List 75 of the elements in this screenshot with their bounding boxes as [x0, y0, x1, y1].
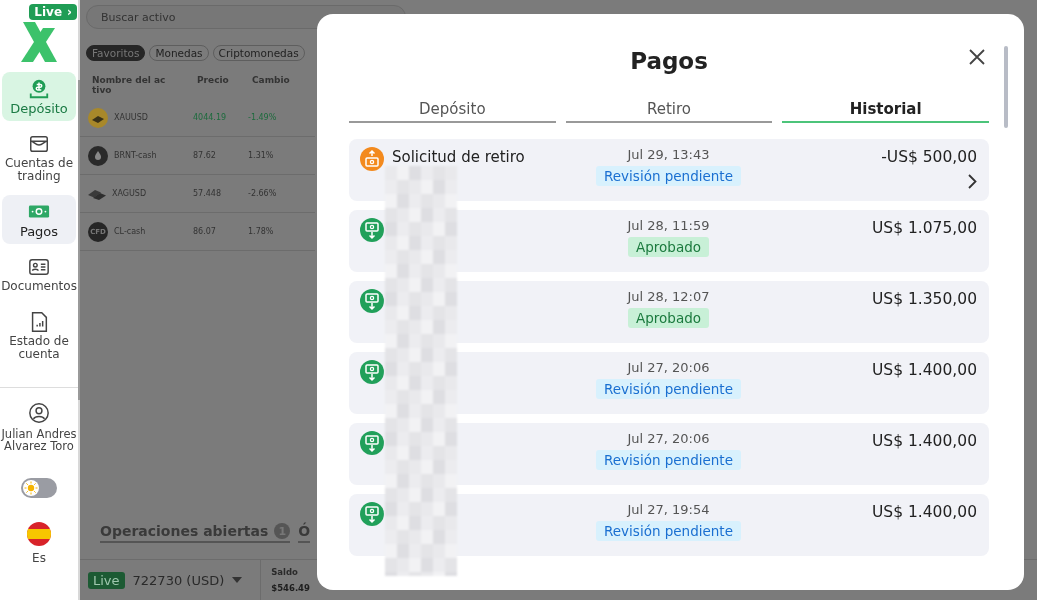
column-header[interactable]: Cambio — [252, 75, 312, 95]
sidebar-item[interactable]: Cuentas de trading — [2, 127, 76, 189]
asset-price: 4044.19 — [193, 113, 228, 122]
sun-icon — [23, 480, 39, 496]
tab[interactable]: Retiro — [565, 100, 773, 123]
asset-change: 1.78% — [248, 227, 275, 236]
transaction-date: Jul 29, 13:43 — [627, 147, 710, 162]
column-header[interactable]: Nombre del activo — [92, 75, 168, 95]
spain-flag-icon — [27, 522, 51, 546]
deposit-icon — [360, 218, 384, 242]
status-badge: Revisión pendiente — [596, 521, 741, 541]
deposit-icon — [28, 78, 50, 100]
transaction-amount: US$ 1.400,00 — [872, 361, 977, 379]
transaction-amount: US$ 1.075,00 — [872, 219, 977, 237]
balance-value: $546.49 — [271, 583, 310, 593]
status-badge: Aprobado — [628, 308, 709, 328]
transaction-date: Jul 27, 20:06 — [627, 360, 710, 375]
sidebar-item[interactable]: Depósito — [2, 72, 76, 121]
status-badge: Aprobado — [628, 237, 709, 257]
asset-name[interactable]: BRNT-cash — [114, 151, 157, 160]
close-icon[interactable] — [968, 48, 986, 66]
live-badge: Live — [88, 571, 125, 589]
transaction-amount: US$ 1.400,00 — [872, 432, 977, 450]
chevron-right-icon[interactable] — [968, 174, 977, 189]
sidebar-item[interactable]: Estado de cuenta — [2, 305, 76, 367]
wallet-icon — [28, 133, 50, 155]
status-badge: Revisión pendiente — [596, 379, 741, 399]
tab[interactable]: Depósito — [349, 100, 556, 123]
asset-price: 87.62 — [193, 151, 217, 160]
oil-drop-icon — [88, 145, 108, 166]
bullion-icon — [88, 107, 108, 128]
asset-change: 1.31% — [248, 151, 275, 160]
status-badge: Revisión pendiente — [596, 166, 741, 186]
transaction-amount: US$ 1.400,00 — [872, 503, 977, 521]
asset-name[interactable]: CL-cash — [114, 227, 146, 236]
positions-tab[interactable]: Ó — [298, 523, 311, 543]
theme-toggle[interactable] — [21, 478, 57, 498]
deposit-icon — [360, 502, 384, 526]
live-badge[interactable]: Live › — [29, 4, 77, 20]
transaction-date: Jul 27, 20:06 — [627, 431, 710, 446]
sidebar-item[interactable]: Pagos — [2, 195, 76, 244]
transaction-title: Solicitud de retiro — [392, 147, 525, 166]
user-icon — [28, 402, 50, 424]
transaction-amount: US$ 1.350,00 — [872, 290, 977, 308]
asset-name[interactable]: XAGUSD — [112, 189, 147, 198]
deposit-icon — [360, 431, 384, 455]
deposit-icon — [360, 360, 384, 384]
dropdown-caret-icon — [232, 577, 243, 583]
asset-name[interactable]: XAUUSD — [114, 113, 148, 122]
account-number[interactable]: 722730 (USD) — [132, 572, 225, 588]
language-button[interactable]: Es — [27, 522, 51, 565]
metal-bar-icon — [88, 187, 106, 200]
tab[interactable]: Historial — [782, 100, 989, 123]
transaction-date: Jul 28, 11:59 — [627, 218, 710, 233]
deposit-icon — [360, 289, 384, 313]
transaction-date: Jul 27, 19:54 — [627, 502, 710, 517]
asset-price: 86.07 — [193, 227, 217, 236]
transaction-card[interactable]: Solicitud de retiro Jul 29, 13:43 Revisión pendiente -US$ 500,00 — [349, 139, 989, 201]
logo-icon — [21, 22, 57, 62]
scrollbar[interactable] — [1004, 46, 1008, 128]
balance-label: Saldo — [271, 567, 299, 577]
transaction-date: Jul 28, 12:07 — [627, 289, 710, 304]
sidebar-item[interactable]: Documentos — [2, 250, 76, 299]
asset-price: 57.448 — [193, 189, 222, 198]
filter-chip[interactable]: Favoritos — [86, 45, 146, 61]
user-name[interactable]: Julian Andres Alvarez Toro — [0, 428, 78, 452]
id-card-icon — [28, 256, 50, 278]
transaction-amount: -US$ 500,00 — [881, 148, 977, 166]
asset-change: -1.49% — [248, 113, 278, 122]
scrollbar[interactable] — [78, 80, 80, 400]
dialog-title: Pagos — [630, 48, 708, 76]
asset-change: -2.66% — [248, 189, 278, 198]
status-badge: Revisión pendiente — [596, 450, 741, 470]
column-header[interactable]: Precio — [197, 75, 252, 95]
withdrawal-icon — [360, 147, 384, 171]
